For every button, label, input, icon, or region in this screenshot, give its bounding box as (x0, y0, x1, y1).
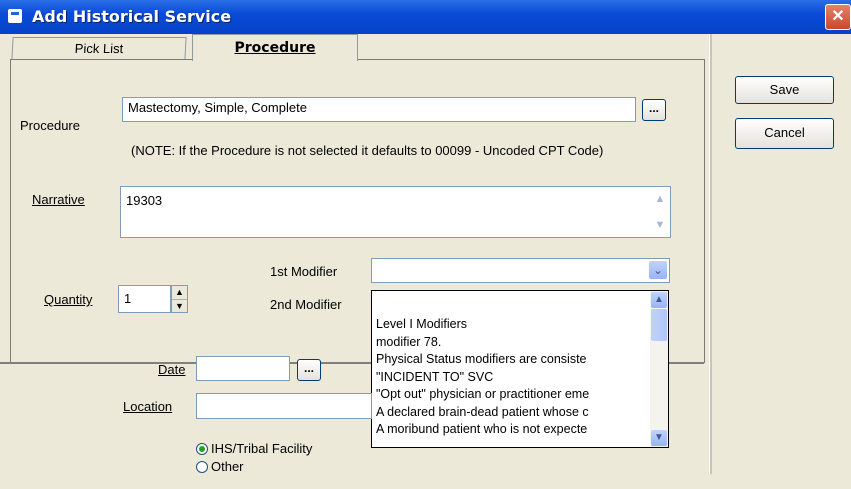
cancel-button[interactable]: Cancel (735, 118, 834, 149)
tab-pick-list[interactable]: Pick List (11, 37, 187, 60)
title-bar: Add Historical Service ✕ (0, 0, 851, 34)
tab-procedure[interactable]: Procedure (192, 34, 358, 61)
radio-other[interactable] (196, 461, 208, 473)
first-modifier-label: 1st Modifier (270, 264, 338, 279)
procedure-browse-button[interactable]: ... (642, 99, 666, 121)
save-button[interactable]: Save (735, 76, 834, 104)
button-column-separator (709, 34, 712, 474)
procedure-field[interactable]: Mastectomy, Simple, Complete (122, 97, 636, 122)
radio-ihs-tribal-label: IHS/Tribal Facility (211, 441, 313, 456)
date-browse-button[interactable]: ... (297, 359, 321, 381)
narrative-field[interactable]: 19303 ▲ ▼ (120, 186, 671, 238)
second-modifier-label: 2nd Modifier (270, 297, 342, 312)
procedure-note: (NOTE: If the Procedure is not selected … (131, 143, 604, 158)
quantity-down-icon[interactable]: ▼ (172, 300, 187, 313)
quantity-label: Quantity (44, 292, 93, 307)
location-field[interactable] (196, 393, 372, 419)
scroll-thumb[interactable] (651, 309, 667, 341)
scroll-down-icon[interactable]: ▼ (651, 430, 667, 446)
narrative-value: 19303 (126, 193, 163, 208)
chevron-down-icon[interactable]: ⌄ (649, 261, 667, 279)
list-item[interactable]: A declared brain-dead patient whose c (376, 404, 648, 422)
first-modifier-dropdown[interactable]: ⌄ (371, 258, 670, 283)
scroll-up-icon[interactable]: ▲ (651, 292, 667, 308)
close-button[interactable]: ✕ (825, 4, 851, 30)
quantity-up-icon[interactable]: ▲ (172, 286, 187, 300)
tab-procedure-label: Procedure (234, 40, 316, 56)
list-scrollbar[interactable]: ▲ ▼ (650, 291, 668, 447)
list-item[interactable]: Physical Status modifiers are consiste (376, 351, 648, 369)
procedure-label: Procedure (20, 118, 80, 133)
radio-ihs-tribal[interactable] (196, 443, 208, 455)
narrative-label: Narrative (32, 192, 85, 207)
narrative-scroll-down-icon[interactable]: ▼ (652, 217, 668, 233)
list-item[interactable]: "INCIDENT TO" SVC (376, 369, 648, 387)
tab-pick-list-label: Pick List (74, 41, 124, 56)
narrative-scroll-up-icon[interactable]: ▲ (652, 191, 668, 207)
window-title: Add Historical Service (32, 7, 232, 26)
list-item[interactable]: A moribund patient who is not expecte (376, 421, 648, 439)
date-field[interactable] (196, 356, 290, 381)
list-item[interactable]: Level I Modifiers (376, 316, 648, 334)
list-item[interactable]: "Opt out" physician or practitioner eme (376, 386, 648, 404)
location-label: Location (123, 399, 173, 414)
list-item[interactable]: modifier 78. (376, 334, 648, 352)
second-modifier-list[interactable]: Level I Modifiers modifier 78. Physical … (371, 290, 669, 448)
quantity-stepper[interactable]: ▲ ▼ (171, 285, 188, 313)
quantity-field[interactable]: 1 (118, 285, 171, 313)
window-icon (8, 9, 22, 23)
radio-other-label: Other (211, 459, 244, 474)
date-label: Date (158, 362, 186, 377)
